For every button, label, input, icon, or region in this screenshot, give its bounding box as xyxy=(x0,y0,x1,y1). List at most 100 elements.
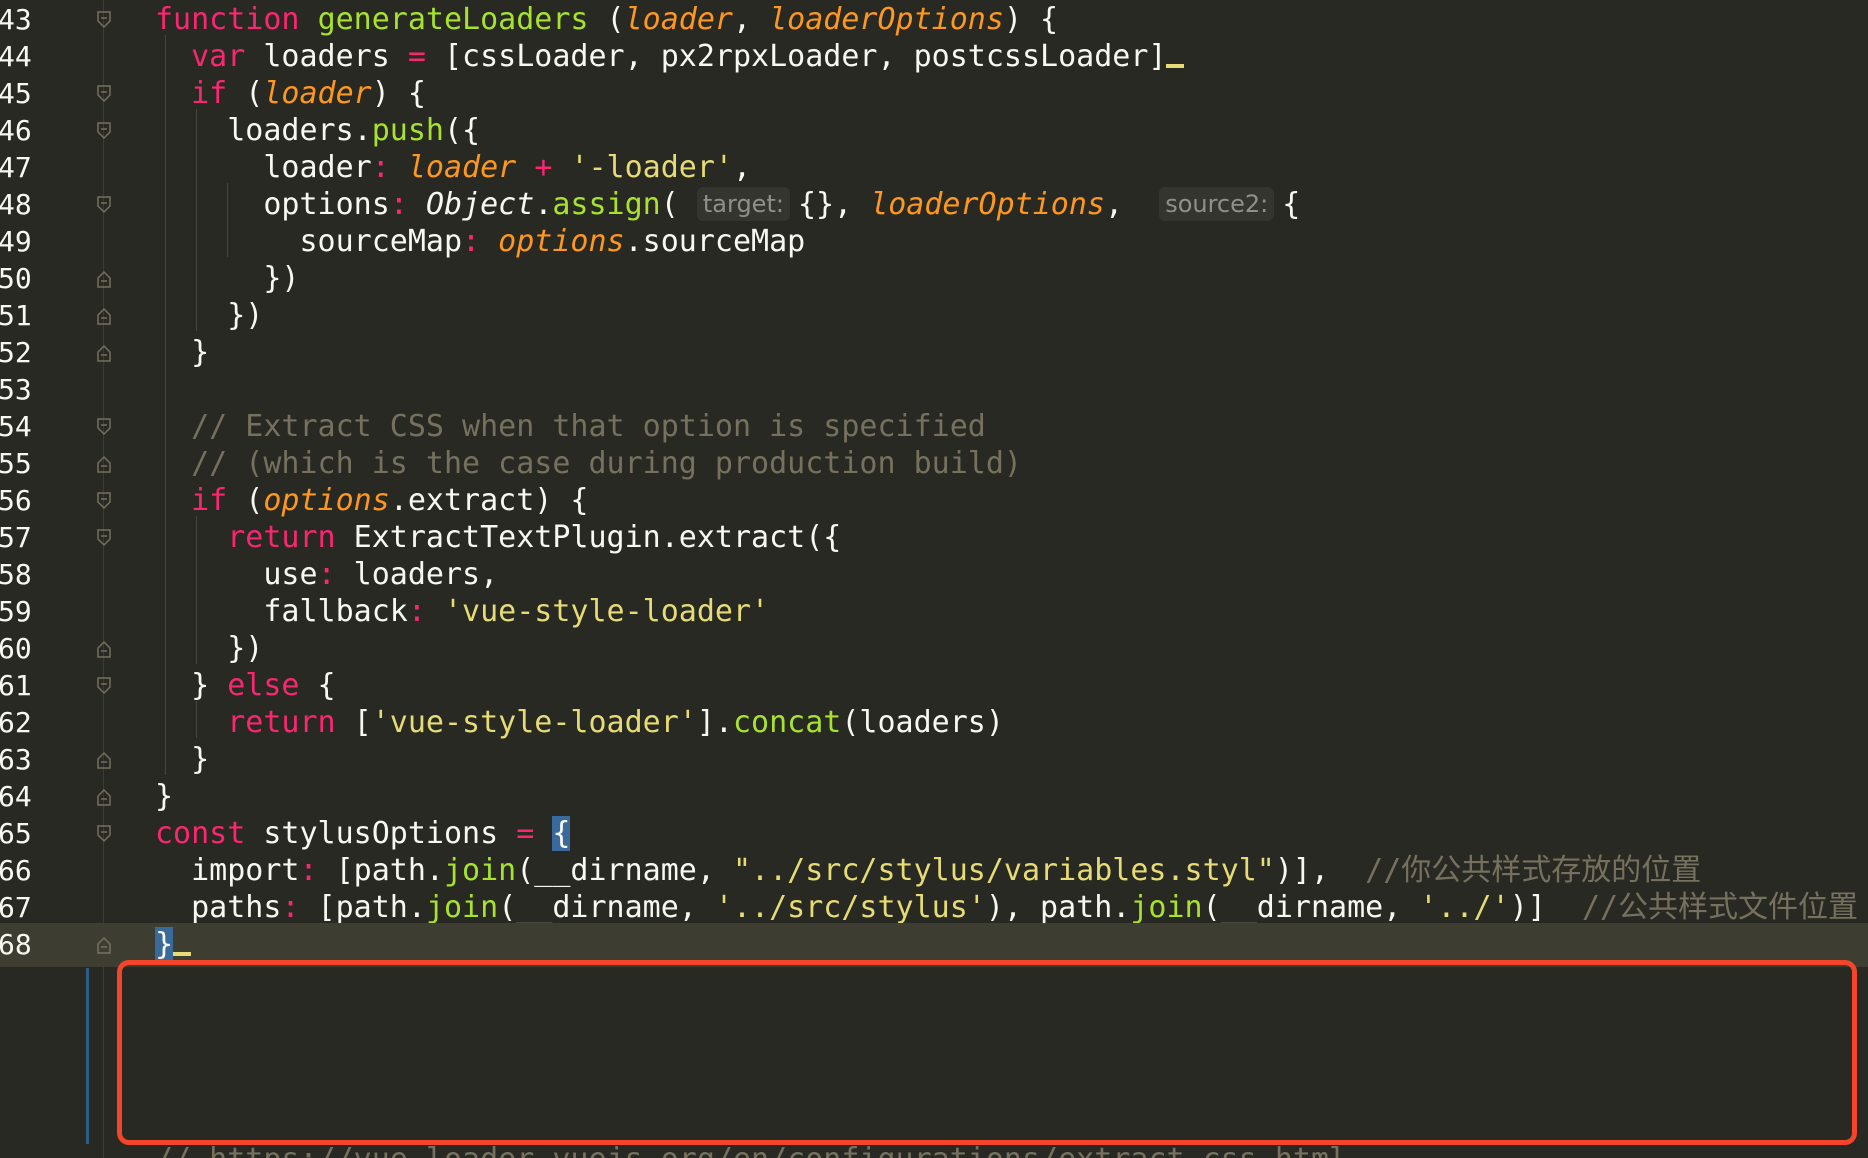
token-str: '-loader' xyxy=(570,150,733,185)
token: [path. xyxy=(299,890,426,925)
token: , xyxy=(733,150,752,185)
fold-open-icon[interactable] xyxy=(96,677,112,695)
token-kw: var xyxy=(191,39,246,74)
token: ]. xyxy=(696,705,733,740)
token: fallback xyxy=(155,594,408,629)
token: (__dirname, xyxy=(516,853,733,888)
token-op: + xyxy=(534,150,553,185)
fold-open-icon[interactable] xyxy=(96,85,112,103)
token: { xyxy=(299,668,336,703)
token-fn: push xyxy=(371,113,444,148)
token: (loaders) xyxy=(841,705,1004,740)
fold-open-icon[interactable] xyxy=(96,196,112,214)
token: ) { xyxy=(1003,2,1059,37)
fold-close-icon[interactable] xyxy=(96,344,112,362)
token-param: loaderOptions xyxy=(769,2,1004,37)
token: ExtractTextPlugin.extract({ xyxy=(335,520,842,555)
fold-close-icon[interactable] xyxy=(96,640,112,658)
token-cm: //你公共样式存放的位置 xyxy=(1365,853,1702,888)
token: ) { xyxy=(371,76,426,111)
token: ( xyxy=(660,187,697,222)
token: (__dirname, xyxy=(498,890,715,925)
token-kw: return xyxy=(227,520,336,555)
fold-open-icon[interactable] xyxy=(96,122,112,140)
fold-close-icon[interactable] xyxy=(96,936,112,954)
token: } xyxy=(155,742,210,777)
fold-close-icon[interactable] xyxy=(96,307,112,325)
fold-open-icon[interactable] xyxy=(96,492,112,510)
fold-open-icon[interactable] xyxy=(96,825,112,843)
fold-close-icon[interactable] xyxy=(96,270,112,288)
matched-brace: } xyxy=(155,927,174,962)
token-param: loader xyxy=(624,2,733,37)
token: ), path. xyxy=(985,890,1131,925)
token-fn: assign xyxy=(552,187,661,222)
partially-visible-line: // https://vue-loader.vuejs.org/en/confi… xyxy=(155,1138,1347,1158)
fold-open-icon[interactable] xyxy=(96,11,112,29)
parameter-hint: target: xyxy=(696,187,790,221)
token-op: : xyxy=(299,853,318,888)
token: { xyxy=(1282,187,1301,222)
token: {}, xyxy=(797,187,871,222)
token: }) xyxy=(155,631,264,666)
token: (__dirname, xyxy=(1202,890,1420,925)
fold-close-icon[interactable] xyxy=(96,455,112,473)
token-param: loaderOptions xyxy=(870,187,1105,222)
token: . xyxy=(534,187,553,222)
token-kw: if xyxy=(191,76,228,111)
token-cm: // (which is the case during production … xyxy=(191,446,1022,481)
fold-close-icon[interactable] xyxy=(96,788,112,806)
token: stylusOptions xyxy=(245,816,517,851)
code-line[interactable]: 68} xyxy=(0,923,1868,967)
line-number: 68 xyxy=(0,928,32,961)
fold-open-icon[interactable] xyxy=(96,529,112,547)
indent-guide xyxy=(196,701,197,738)
token: ({ xyxy=(444,113,481,148)
token: loaders. xyxy=(155,113,372,148)
token: , xyxy=(1105,187,1160,222)
token-op: : xyxy=(281,890,300,925)
token: import xyxy=(155,853,300,888)
token: loaders, xyxy=(335,557,499,592)
token: options xyxy=(155,187,390,222)
vcs-change-bar xyxy=(86,968,89,1144)
token-str: '../src/stylus' xyxy=(714,890,986,925)
token-op: = xyxy=(407,39,426,74)
code-editor[interactable]: 43 function generateLoaders (loader, load… xyxy=(0,0,1868,1158)
fold-open-icon[interactable] xyxy=(96,418,112,436)
indent-guide xyxy=(196,109,197,331)
token-fn: join xyxy=(1130,890,1203,925)
token-param: loader xyxy=(407,150,517,185)
token-op: : xyxy=(462,224,481,259)
token-kw: const xyxy=(155,816,246,851)
token-param: loader xyxy=(263,76,372,111)
parameter-hint: source2: xyxy=(1159,187,1275,221)
token-op: : xyxy=(407,594,426,629)
code-text[interactable]: } xyxy=(155,923,192,967)
token-op: : xyxy=(389,187,408,222)
fold-close-icon[interactable] xyxy=(96,751,112,769)
token: [path. xyxy=(317,853,444,888)
token: )], xyxy=(1274,853,1366,888)
token-str: '../' xyxy=(1419,890,1510,925)
matched-brace: { xyxy=(552,816,571,851)
indent-guide xyxy=(196,516,197,664)
token: }) xyxy=(155,298,264,333)
token: [ xyxy=(335,705,372,740)
token: [cssLoader, px2rpxLoader, postcssLoader] xyxy=(425,39,1167,74)
token-op: : xyxy=(317,557,336,592)
token-fn: generateLoaders xyxy=(317,2,589,37)
text-caret xyxy=(173,952,192,956)
token-kw: return xyxy=(227,705,336,740)
token-op: : xyxy=(371,150,390,185)
token-kw: function xyxy=(155,2,300,37)
token-str: "../src/stylus/variables.styl" xyxy=(733,853,1275,888)
token-str: 'vue-style-loader' xyxy=(444,594,770,629)
